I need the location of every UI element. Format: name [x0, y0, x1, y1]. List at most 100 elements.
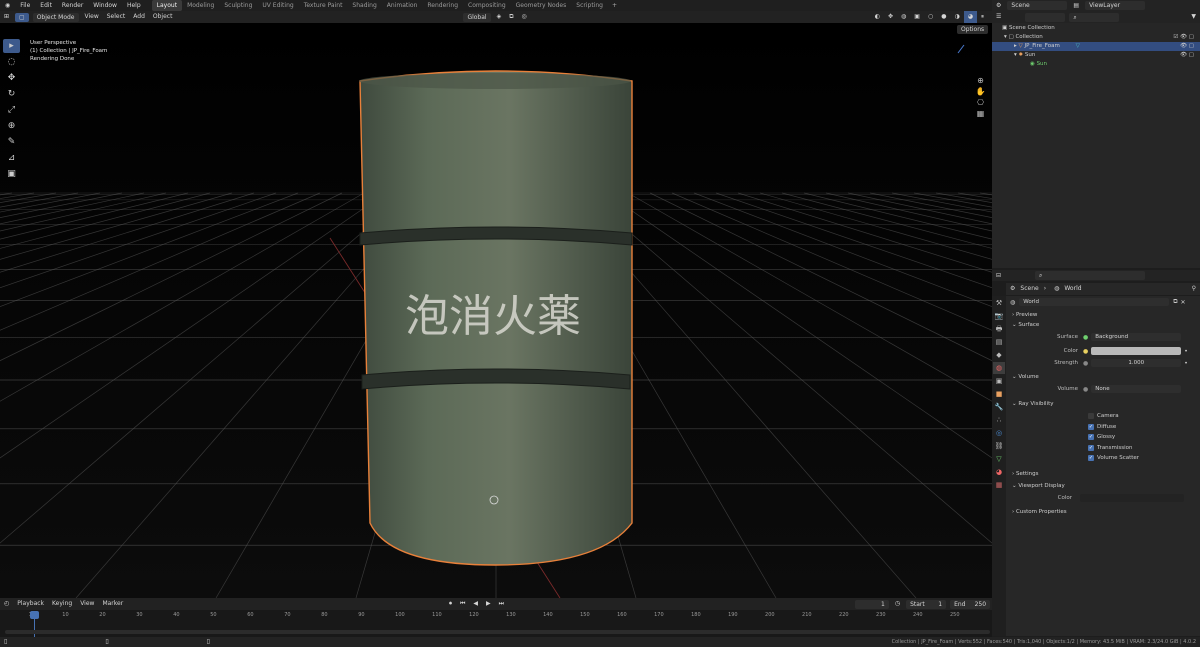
volume-scatter-checkbox[interactable]: ✓	[1088, 455, 1094, 462]
workspace-tab-rendering[interactable]: Rendering	[422, 0, 463, 11]
section-custom-properties[interactable]: › Custom Properties	[1006, 507, 1200, 517]
data-tab-icon[interactable]: ▽	[993, 453, 1005, 465]
particles-tab-icon[interactable]: ∴	[993, 414, 1005, 426]
workspace-tab-layout[interactable]: Layout	[151, 0, 183, 11]
select-tool-icon[interactable]: ▸	[3, 39, 20, 53]
timeline-view-menu[interactable]: View	[76, 598, 98, 610]
shading-rendered-icon[interactable]: ◕	[963, 11, 977, 23]
section-ray-visibility[interactable]: ⌄ Ray Visibility	[1006, 399, 1200, 409]
object-mode-dropdown[interactable]: Object Mode	[32, 12, 79, 22]
texture-tab-icon[interactable]: ▦	[993, 479, 1005, 491]
breadcrumb-scene[interactable]: Scene	[1019, 283, 1039, 295]
menu-window[interactable]: Window	[88, 0, 122, 11]
pin-icon[interactable]: ⚲	[1188, 283, 1200, 295]
modifier-tab-icon[interactable]: 🔧	[993, 401, 1005, 413]
record-icon[interactable]: ⏺	[445, 598, 456, 610]
collection-visibility-icon[interactable]: ☑ 👁 ▢	[1173, 33, 1194, 42]
outliner-editor-icon[interactable]: ☰	[992, 11, 1005, 23]
breadcrumb-world[interactable]: World	[1063, 283, 1082, 295]
workspace-tab-scripting[interactable]: Scripting	[571, 0, 608, 11]
timeline-scrollbar[interactable]	[5, 630, 990, 634]
cursor-tool-icon[interactable]: ◌	[3, 55, 20, 69]
zoom-icon[interactable]: ⊕	[975, 75, 986, 86]
section-settings[interactable]: › Settings	[1006, 469, 1200, 479]
world-tab-icon[interactable]: ◍	[993, 362, 1005, 374]
constraints-tab-icon[interactable]: ⛓	[993, 440, 1005, 452]
collection-row[interactable]: ▾ ▢ Collection ☑ 👁 ▢	[992, 33, 1200, 42]
scene-collection-row[interactable]: ▣ Scene Collection	[992, 24, 1200, 33]
ray-diffuse-row[interactable]: ✓ Diffuse	[1088, 422, 1200, 433]
marker-menu[interactable]: Marker	[98, 598, 127, 610]
end-frame-field[interactable]: End 250	[950, 599, 991, 609]
scene-tab-icon[interactable]: ◆	[993, 349, 1005, 361]
visibility-icon[interactable]: ◐	[871, 11, 884, 23]
keying-menu[interactable]: Keying	[48, 598, 76, 610]
menu-help[interactable]: Help	[122, 0, 146, 11]
camera-checkbox[interactable]	[1088, 413, 1094, 420]
properties-editor-icon[interactable]: ⊟	[992, 270, 1005, 282]
rotate-tool-icon[interactable]: ↻	[3, 87, 20, 101]
volume-shader-field[interactable]: None	[1091, 385, 1182, 393]
play-icon[interactable]: ▶	[482, 598, 495, 610]
outliner-filter-display[interactable]	[1025, 12, 1066, 22]
shading-wireframe-icon[interactable]: ○	[924, 11, 937, 23]
scene-selector[interactable]: Scene	[1007, 1, 1068, 10]
transmission-checkbox[interactable]: ✓	[1088, 444, 1094, 451]
pan-hand-icon[interactable]: ✋	[975, 86, 986, 97]
workspace-tab-uv-editing[interactable]: UV Editing	[257, 0, 298, 11]
proportional-editing-icon[interactable]: ◎	[518, 11, 531, 23]
properties-search-input[interactable]: ⌕	[1035, 271, 1146, 280]
workspace-tab-geometry-nodes[interactable]: Geometry Nodes	[511, 0, 572, 11]
prev-keyframe-icon[interactable]: ◀	[469, 598, 482, 610]
glossy-checkbox[interactable]: ✓	[1088, 434, 1094, 441]
fake-user-icon[interactable]: ⧉	[1173, 298, 1177, 306]
pivot-point-icon[interactable]: ◈	[493, 11, 506, 23]
object-menu[interactable]: Object	[149, 11, 177, 23]
camera-view-icon[interactable]: ⎔	[975, 97, 986, 108]
ray-camera-row[interactable]: Camera	[1088, 411, 1200, 422]
tool-tab-icon[interactable]: ⚒	[993, 297, 1005, 309]
add-workspace-icon[interactable]: +	[608, 2, 621, 9]
options-dropdown[interactable]: Options	[957, 25, 989, 34]
object-tab-icon[interactable]: ■	[993, 388, 1005, 400]
filter-icon[interactable]: ▼	[1187, 11, 1200, 23]
strength-keyframe-icon[interactable]: •	[1184, 360, 1188, 367]
object-visibility-icon[interactable]: 👁 ▢	[1180, 42, 1194, 51]
annotate-tool-icon[interactable]: ✎	[3, 135, 20, 149]
timeline-editor-icon[interactable]: ◴	[0, 598, 13, 610]
scale-tool-icon[interactable]: ⤢	[3, 103, 20, 117]
viewport-color-swatch[interactable]	[1080, 493, 1184, 502]
light-visibility-icon[interactable]: 👁 ▢	[1180, 51, 1194, 60]
workspace-tab-sculpting[interactable]: Sculpting	[219, 0, 257, 11]
gizmo-icon[interactable]: ✥	[884, 11, 897, 23]
xray-icon[interactable]: ▣	[910, 11, 924, 23]
section-viewport-display[interactable]: ⌄ Viewport Display	[1006, 481, 1200, 491]
menu-file[interactable]: File	[15, 0, 35, 11]
diffuse-checkbox[interactable]: ✓	[1088, 423, 1094, 430]
keyframe-dot-icon[interactable]: •	[1184, 348, 1188, 355]
playback-menu[interactable]: Playback	[13, 598, 48, 610]
shading-solid-icon[interactable]: ●	[937, 11, 950, 23]
collection-tab-icon[interactable]: ▣	[993, 375, 1005, 387]
ray-transmission-row[interactable]: ✓ Transmission	[1088, 443, 1200, 454]
workspace-tab-texture-paint[interactable]: Texture Paint	[299, 0, 348, 11]
overlay-icon[interactable]: ◍	[897, 11, 910, 23]
ray-volume-scatter-row[interactable]: ✓ Volume Scatter	[1088, 453, 1200, 464]
current-frame-field[interactable]: 1	[854, 599, 889, 609]
next-keyframe-icon[interactable]: ⏭	[495, 598, 508, 610]
section-volume[interactable]: ⌄ Volume	[1006, 372, 1200, 382]
section-preview[interactable]: › Preview	[1006, 310, 1200, 320]
output-tab-icon[interactable]: 🖶	[993, 323, 1005, 335]
transform-tool-icon[interactable]: ⊕	[3, 119, 20, 133]
select-box-icon[interactable]: ▢	[15, 12, 29, 22]
workspace-tab-shading[interactable]: Shading	[347, 0, 381, 11]
barrel-object[interactable]: 泡消火薬	[359, 70, 633, 566]
blender-logo-icon[interactable]: ◉	[0, 0, 15, 11]
workspace-tab-compositing[interactable]: Compositing	[463, 0, 511, 11]
transform-orientation-dropdown[interactable]: Global	[463, 12, 491, 22]
physics-tab-icon[interactable]: ◎	[993, 427, 1005, 439]
select-menu[interactable]: Select	[103, 11, 130, 23]
outliner-row-jp-fire-foam[interactable]: ▸ ▽ JP_Fire_Foam ▽ 👁 ▢	[992, 42, 1200, 51]
surface-shader-field[interactable]: Background	[1091, 333, 1182, 341]
clock-icon[interactable]: ◷	[891, 598, 904, 610]
